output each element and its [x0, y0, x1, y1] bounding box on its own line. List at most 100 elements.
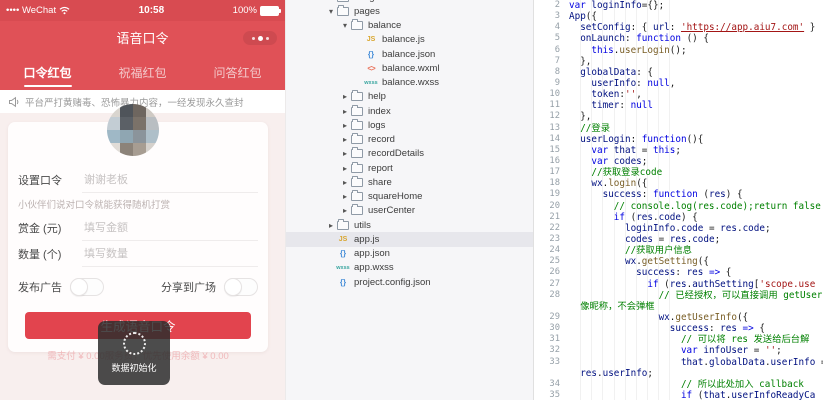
code-text: // console.log(res.code);return false — [569, 201, 823, 212]
tree-item-app.js[interactable]: JSapp.js — [286, 232, 533, 246]
tree-item-squareHome[interactable]: ▸squareHome — [286, 190, 533, 204]
tree-list: ▸images▾pages▾balanceJSbalance.js{}balan… — [286, 0, 533, 289]
tree-item-app.wxss[interactable]: wxssapp.wxss — [286, 261, 533, 275]
code-text: // 可以将 res 发送给后台解 — [569, 334, 823, 345]
chevron-right-icon[interactable]: ▸ — [340, 121, 350, 130]
form-rows: 设置口令小伙伴们说对口令就能获得随机打赏赏金 (元)数量 (个) — [18, 167, 258, 267]
line-number: 33 — [534, 357, 569, 368]
tree-item-balance[interactable]: ▾ balance — [286, 19, 533, 33]
folder-icon — [350, 178, 364, 187]
toggle-switch-1[interactable] — [224, 278, 258, 296]
chevron-down-icon[interactable]: ▾ — [326, 7, 336, 16]
code-text: globalData: { — [569, 67, 823, 78]
code-text: userInfo: null, — [569, 78, 823, 89]
tab-item-2[interactable]: 问答红包 — [190, 54, 285, 90]
folder-icon — [350, 135, 364, 144]
form-row: 数量 (个) — [18, 241, 258, 267]
code-text: var codes; — [569, 156, 823, 167]
field-input-0[interactable] — [82, 168, 258, 193]
tree-item-label: app.wxss — [354, 262, 394, 273]
code-text: }, — [569, 56, 823, 67]
chevron-down-icon[interactable]: ▾ — [340, 21, 350, 30]
tab-item-1[interactable]: 祝福红包 — [95, 54, 190, 90]
field-input-1[interactable] — [82, 216, 258, 241]
code-line: 14 userLogin: function(){ — [534, 134, 823, 145]
tree-item-report[interactable]: ▸report — [286, 161, 533, 175]
toggle-row: 发布广告分享到广场 — [18, 277, 258, 297]
chevron-right-icon[interactable]: ▸ — [326, 0, 336, 2]
chevron-right-icon[interactable]: ▸ — [340, 192, 350, 201]
tree-item-logs[interactable]: ▸ logs — [286, 118, 533, 132]
tree-item-balance.json[interactable]: {}balance.json — [286, 47, 533, 61]
tab-item-0[interactable]: 口令红包 — [0, 54, 95, 90]
tree-item-balance.js[interactable]: JSbalance.js — [286, 33, 533, 47]
field-hint: 小伙伴们说对口令就能获得随机打赏 — [18, 197, 258, 211]
chevron-right-icon[interactable]: ▸ — [340, 164, 350, 173]
code-text: var that = this; — [569, 145, 823, 156]
code-line: 11 timer: null — [534, 100, 823, 111]
line-number: 18 — [534, 178, 569, 189]
folder-icon — [350, 206, 364, 215]
line-number: 25 — [534, 256, 569, 267]
folder-glyph — [351, 107, 363, 116]
form-card: 设置口令小伙伴们说对口令就能获得随机打赏赏金 (元)数量 (个) 发布广告分享到… — [8, 122, 268, 352]
tree-item-project.config.json[interactable]: {}project.config.json — [286, 275, 533, 289]
chevron-right-icon[interactable]: ▸ — [326, 221, 336, 230]
tree-item-record[interactable]: ▸record — [286, 133, 533, 147]
tree-item-label: share — [368, 177, 392, 188]
chevron-right-icon[interactable]: ▸ — [340, 135, 350, 144]
tree-item-balance.wxss[interactable]: wxss balance.wxss — [286, 76, 533, 90]
tree-item-recordDetails[interactable]: ▸recordDetails — [286, 147, 533, 161]
tree-item-label: balance.wxss — [382, 77, 439, 88]
folder-icon — [336, 7, 350, 16]
wxss-file-icon: wxss — [364, 80, 378, 86]
line-number: 23 — [534, 234, 569, 245]
spinner-icon — [123, 332, 146, 355]
code-text: onLaunch: function () { — [569, 33, 823, 44]
code-text: that.globalData.userInfo = — [569, 357, 823, 368]
form-row: 设置口令 — [18, 167, 258, 193]
tree-item-share[interactable]: ▸ share — [286, 175, 533, 189]
line-number: 32 — [534, 345, 569, 356]
chevron-right-icon[interactable]: ▸ — [340, 92, 350, 101]
chevron-right-icon[interactable]: ▸ — [340, 206, 350, 215]
json-file-icon: {} — [336, 278, 350, 287]
line-number: 20 — [534, 201, 569, 212]
chevron-right-icon[interactable]: ▸ — [340, 178, 350, 187]
code-text: token:'', — [569, 89, 823, 100]
code-line: 22 loginInfo.code = res.code; — [534, 223, 823, 234]
chevron-right-icon[interactable]: ▸ — [340, 149, 350, 158]
tree-item-index[interactable]: ▸index — [286, 104, 533, 118]
line-number: 14 — [534, 134, 569, 145]
line-number: 35 — [534, 390, 569, 400]
code-line: 6 this.userLogin(); — [534, 45, 823, 56]
tree-item-userCenter[interactable]: ▸userCenter — [286, 204, 533, 218]
tree-item-balance.wxml[interactable]: <>balance.wxml — [286, 61, 533, 75]
code-editor[interactable]: 2var loginInfo={};3App({4 setConfig: { u… — [533, 0, 823, 400]
chevron-right-icon[interactable]: ▸ — [340, 107, 350, 116]
field-input-2[interactable] — [82, 242, 258, 267]
toast-text: 数据初始化 — [111, 361, 156, 374]
tree-item-utils[interactable]: ▸utils — [286, 218, 533, 232]
code-text: var loginInfo={}; — [569, 0, 823, 11]
loading-toast: 数据初始化 — [98, 321, 170, 385]
line-number: 30 — [534, 323, 569, 334]
more-dots-icon[interactable] — [243, 31, 277, 45]
line-number: 9 — [534, 78, 569, 89]
tree-item-label: balance — [368, 20, 401, 31]
tree-item-label: logs — [368, 120, 385, 131]
tree-item-pages[interactable]: ▾pages — [286, 4, 533, 18]
line-number: 21 — [534, 212, 569, 223]
code-line: 15 var that = this; — [534, 145, 823, 156]
code-lines: 2var loginInfo={};3App({4 setConfig: { u… — [534, 0, 823, 400]
avatar[interactable] — [107, 104, 159, 156]
folder-glyph — [337, 7, 349, 16]
tree-item-app.json[interactable]: {}app.json — [286, 247, 533, 261]
toggle-switch-0[interactable] — [70, 278, 104, 296]
code-line: 35 if (that.userInfoReadyCa — [534, 390, 823, 400]
page-title: 语音口令 — [116, 28, 168, 47]
tree-item-help[interactable]: ▸help — [286, 90, 533, 104]
devtools-window: •••• WeChat 10:58 100% 语音口令 口令红包祝福红包问答红包 — [0, 0, 823, 400]
folder-glyph — [337, 221, 349, 230]
code-line: 2var loginInfo={}; — [534, 0, 823, 11]
